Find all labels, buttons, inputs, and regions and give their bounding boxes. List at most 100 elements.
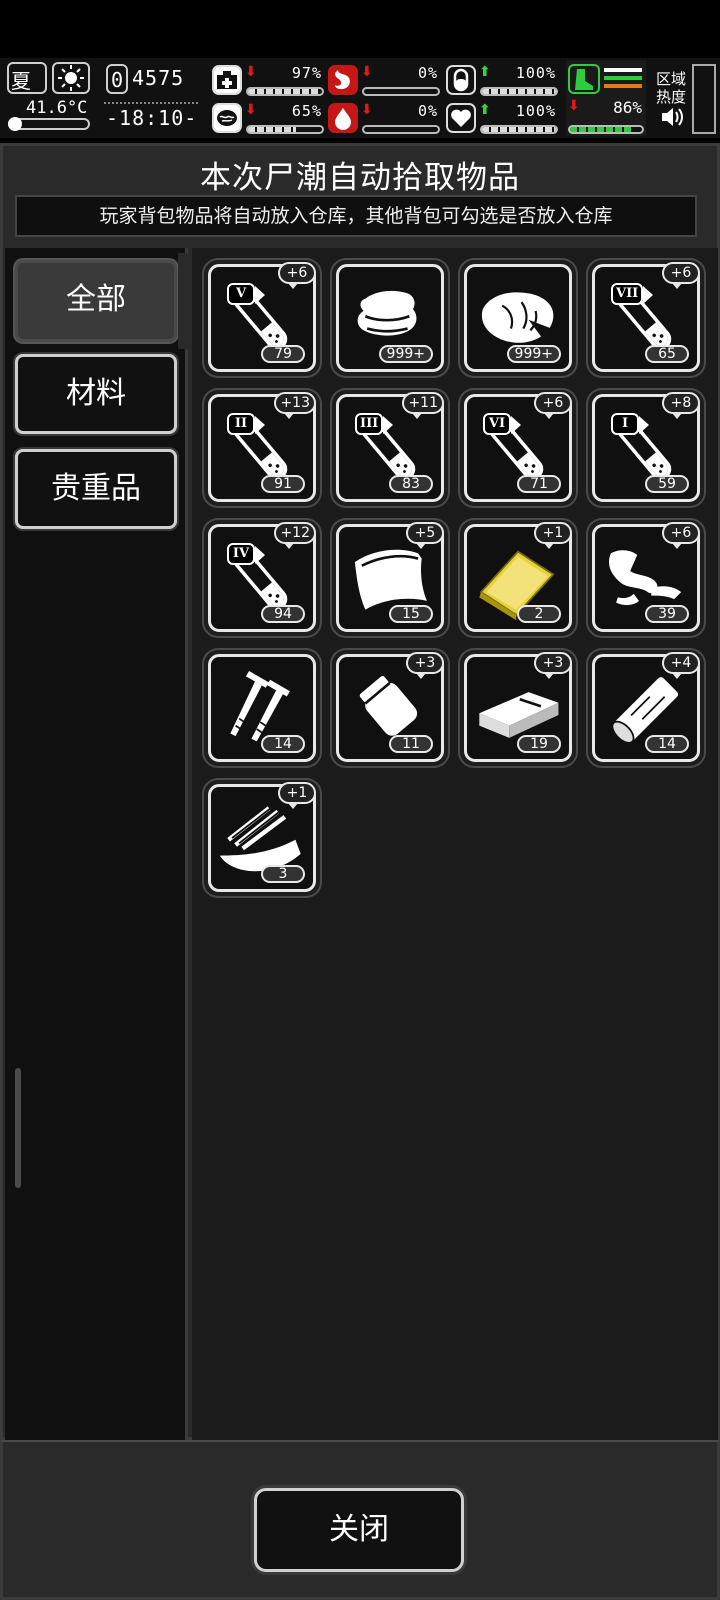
stamina-bar-fill xyxy=(570,127,632,132)
trend-down-icon: ⬇ xyxy=(245,102,257,118)
item-count: 65 xyxy=(645,345,689,363)
inventory-item[interactable]: III 83 +11 xyxy=(332,390,448,506)
inventory-item[interactable]: II 91 +13 xyxy=(204,390,320,506)
thirst-value: 0% xyxy=(417,102,438,120)
tab-materials-label: 材料 xyxy=(66,376,126,411)
zone-heat-meter xyxy=(692,64,716,134)
medicine-value: 100% xyxy=(515,64,556,82)
item-count: 83 xyxy=(389,475,433,493)
blood-drop-icon xyxy=(328,103,358,133)
inventory-item[interactable]: 19 +3 xyxy=(460,650,576,766)
inventory-item[interactable]: I 59 +8 xyxy=(588,390,704,506)
sanity-bar xyxy=(246,125,324,134)
close-button[interactable]: 关闭 xyxy=(254,1488,464,1572)
stamina-bar xyxy=(568,125,644,134)
mood-stat: ⬆ 100% xyxy=(446,100,558,136)
inventory-item[interactable]: VII 65 +6 xyxy=(588,260,704,376)
hunger-stat: ⬇ 0% xyxy=(328,62,440,98)
health-value: 97% xyxy=(291,64,322,82)
item-count: 71 xyxy=(517,475,561,493)
item-frame: 999+ xyxy=(336,264,444,372)
item-count: 79 xyxy=(261,345,305,363)
inventory-item[interactable]: V 79 +6 xyxy=(204,260,320,376)
day-counter-box: 0 xyxy=(106,64,128,94)
item-gain-badge: +3 xyxy=(534,652,572,679)
stomach-icon xyxy=(328,65,358,95)
pill-icon xyxy=(446,65,476,95)
inventory-item[interactable]: VI 71 +6 xyxy=(460,390,576,506)
item-frame: 999+ xyxy=(464,264,572,372)
health-bar xyxy=(246,87,324,96)
clock-readout: -18:10- xyxy=(106,106,198,130)
item-gain-badge: +5 xyxy=(406,522,444,549)
thermometer-icon xyxy=(8,117,90,131)
item-count: 15 xyxy=(389,605,433,623)
item-gain-badge: +12 xyxy=(274,522,316,549)
medicine-bar xyxy=(480,87,558,96)
item-tier-badge: VII xyxy=(611,283,654,305)
trend-down-icon: ⬇ xyxy=(361,64,373,80)
item-gain-badge: +6 xyxy=(662,522,700,549)
mood-bar-fill xyxy=(482,127,556,132)
item-count: 3 xyxy=(261,865,305,883)
inventory-item[interactable]: 11 +3 xyxy=(332,650,448,766)
inventory-item[interactable]: 3 +1 xyxy=(204,780,320,896)
medicine-bar-fill xyxy=(482,89,556,94)
sanity-stat: ⬇ 65% xyxy=(212,100,324,136)
item-tier-badge: II xyxy=(227,413,265,435)
item-count: 91 xyxy=(261,475,305,493)
item-grid: V 79 +6 999+ 999+ VII 65 +6 II 91 +13 III 83 +11 V… xyxy=(192,248,718,1441)
mood-value: 100% xyxy=(515,102,556,120)
item-gain-badge: +3 xyxy=(406,652,444,679)
item-count: 19 xyxy=(517,735,561,753)
inventory-item[interactable]: 999+ xyxy=(332,260,448,376)
item-gain-badge: +13 xyxy=(274,392,316,419)
sanity-bar-fill xyxy=(248,127,297,132)
item-gain-badge: +6 xyxy=(278,262,316,289)
item-count: 59 xyxy=(645,475,689,493)
sidebar-scrollbar[interactable] xyxy=(15,1068,21,1188)
item-tier-badge: V xyxy=(227,283,265,305)
trend-down-icon: ⬇ xyxy=(245,64,257,80)
item-gain-badge: +4 xyxy=(662,652,700,679)
stamina-box: ⬇ 86% xyxy=(566,60,646,136)
status-hud: 夏 41.6°C 0 4575 -18:10- ⬇ 97% ⬇ 0% ⬆ 100… xyxy=(0,58,720,138)
score-readout: 4575 xyxy=(132,66,185,90)
season-box: 夏 xyxy=(7,62,47,94)
category-sidebar: 全部 材料 贵重品 xyxy=(5,248,188,1441)
item-count: 94 xyxy=(261,605,305,623)
item-count: 14 xyxy=(261,735,305,753)
medkit-icon xyxy=(212,65,242,95)
inventory-item[interactable]: 14 xyxy=(204,650,320,766)
inventory-item[interactable]: 14 +4 xyxy=(588,650,704,766)
temperature-readout: 41.6°C xyxy=(26,98,88,118)
inventory-item[interactable]: 15 +5 xyxy=(332,520,448,636)
sun-icon xyxy=(58,65,84,91)
inventory-item[interactable]: IV 94 +12 xyxy=(204,520,320,636)
speaker-icon[interactable] xyxy=(660,106,684,128)
day-counter: 0 xyxy=(111,68,124,92)
panel-subtitle: 玩家背包物品将自动放入仓库，其他背包可勾选是否放入仓库 xyxy=(15,195,697,237)
item-tier-badge: VI xyxy=(483,413,521,435)
item-count: 14 xyxy=(645,735,689,753)
trend-up-icon: ⬆ xyxy=(479,102,491,118)
hunger-value: 0% xyxy=(417,64,438,82)
inventory-item[interactable]: 39 +6 xyxy=(588,520,704,636)
tab-valuables[interactable]: 贵重品 xyxy=(15,449,177,529)
tab-all[interactable]: 全部 xyxy=(15,253,188,349)
boot-icon xyxy=(568,64,600,94)
tab-valuables-label: 贵重品 xyxy=(51,471,141,506)
trend-up-icon: ⬆ xyxy=(479,64,491,80)
item-count: 999+ xyxy=(378,345,433,363)
tab-materials[interactable]: 材料 xyxy=(15,354,177,434)
brain-icon xyxy=(212,103,242,133)
inventory-item[interactable]: 999+ xyxy=(460,260,576,376)
item-gain-badge: +6 xyxy=(662,262,700,289)
item-gain-badge: +1 xyxy=(278,782,316,809)
sanity-value: 65% xyxy=(291,102,322,120)
inventory-item[interactable]: 2 +1 xyxy=(460,520,576,636)
health-bar-fill xyxy=(248,89,320,94)
item-gain-badge: +11 xyxy=(402,392,444,419)
page-title: 本次尸潮自动拾取物品 xyxy=(200,160,520,196)
item-tier-badge: III xyxy=(355,413,394,435)
